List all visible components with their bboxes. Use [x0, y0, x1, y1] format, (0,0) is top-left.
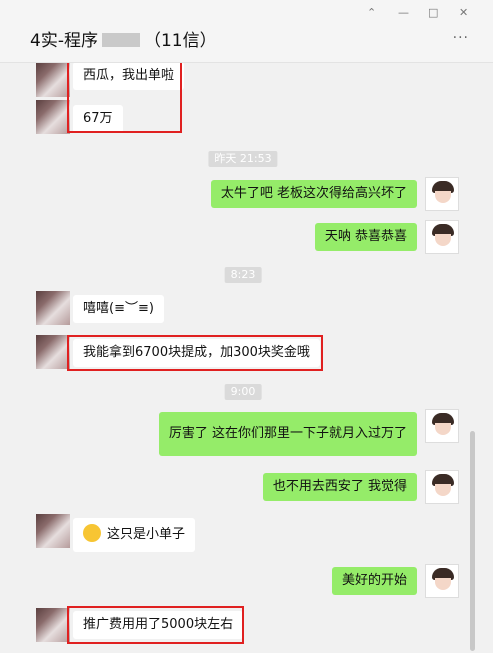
message-sent[interactable]: 也不用去西安了 我觉得: [262, 473, 417, 501]
avatar[interactable]: [36, 291, 70, 325]
maximize-icon[interactable]: □: [428, 6, 438, 19]
avatar-self[interactable]: [425, 220, 459, 254]
avatar[interactable]: [36, 335, 70, 369]
message-sent[interactable]: 天呐 恭喜恭喜: [314, 223, 417, 251]
avatar[interactable]: [36, 608, 70, 642]
chat-title: 4实-程序 （11信）: [30, 26, 217, 51]
chat-title-suffix: （11信）: [143, 31, 217, 51]
highlight-box: [67, 335, 323, 371]
highlight-box: [67, 606, 244, 644]
timestamp: 昨天 21:53: [208, 151, 278, 167]
highlight-box: [67, 63, 182, 133]
timestamp: 9:00: [224, 384, 262, 400]
chat-title-prefix: 4实-程序: [30, 31, 98, 51]
scrollbar[interactable]: [470, 431, 475, 651]
avatar[interactable]: [36, 100, 70, 134]
message-received[interactable]: 这只是小单子: [73, 518, 196, 552]
message-sent[interactable]: 太牛了吧 老板这次得给高兴坏了: [210, 180, 417, 208]
avatar-self[interactable]: [425, 177, 459, 211]
message-sent[interactable]: 美好的开始: [331, 567, 417, 595]
avatar-self[interactable]: [425, 470, 459, 504]
close-icon[interactable]: ✕: [459, 6, 468, 19]
message-text: 这只是小单子: [107, 527, 186, 542]
avatar[interactable]: [36, 514, 70, 548]
avatar-self[interactable]: [425, 564, 459, 598]
avatar[interactable]: [36, 63, 70, 97]
blurred-name: [101, 33, 140, 47]
avatar-self[interactable]: [425, 409, 459, 443]
message-received[interactable]: 嘻嘻(≡︶≡): [73, 295, 164, 323]
more-options-icon[interactable]: ···: [453, 30, 469, 46]
minimize-icon[interactable]: —: [398, 6, 409, 19]
sweat-smile-emoji-icon: [83, 524, 101, 542]
pin-icon[interactable]: ⌃: [367, 6, 376, 19]
timestamp: 8:23: [224, 267, 262, 283]
message-sent[interactable]: 厉害了 这在你们那里一下子就月入过万了: [158, 412, 417, 456]
chat-area[interactable]: 西瓜，我出单啦 67万 昨天 21:53 太牛了吧 老板这次得给高兴坏了 天呐 …: [0, 63, 493, 653]
title-bar: 4实-程序 （11信） ⌃ — □ ✕ ···: [0, 0, 493, 63]
